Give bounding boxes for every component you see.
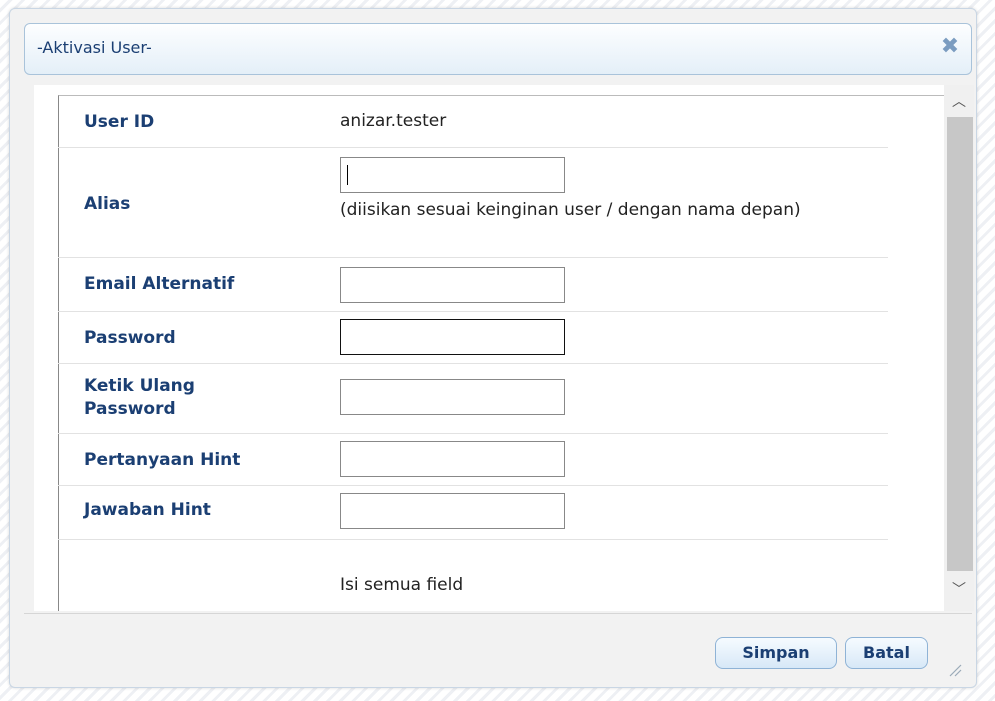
- row-hint-answer: Jawaban Hint: [58, 485, 888, 540]
- close-icon[interactable]: ✖: [939, 36, 961, 58]
- retype-label-line2: Password: [84, 399, 176, 419]
- retype-password-label: Ketik Ulang Password: [84, 375, 195, 421]
- dialog-content: User ID anizar.tester Alias (diisikan se…: [34, 85, 974, 611]
- cancel-button[interactable]: Batal: [845, 637, 928, 669]
- validation-message: Isi semua field: [340, 575, 464, 595]
- row-retype-password: Ketik Ulang Password: [58, 363, 888, 434]
- email-label: Email Alternatif: [84, 274, 235, 294]
- retype-password-input[interactable]: [340, 379, 565, 415]
- row-hint-question: Pertanyaan Hint: [58, 433, 888, 486]
- row-alias: Alias (diisikan sesuai keinginan user / …: [58, 147, 888, 258]
- save-button[interactable]: Simpan: [715, 637, 837, 669]
- alias-hint: (diisikan sesuai keinginan user / dengan…: [340, 200, 801, 220]
- alias-input[interactable]: [340, 157, 565, 193]
- user-id-label: User ID: [84, 112, 155, 132]
- chevron-down-icon[interactable]: ﹀: [944, 579, 974, 599]
- resize-grip-icon[interactable]: [948, 663, 962, 677]
- hint-question-label: Pertanyaan Hint: [84, 450, 241, 470]
- text-caret: [347, 165, 348, 185]
- dialog-title: -Aktivasi User-: [37, 38, 152, 57]
- user-id-value: anizar.tester: [340, 111, 447, 131]
- hint-question-input[interactable]: [340, 441, 565, 477]
- retype-label-line1: Ketik Ulang: [84, 376, 195, 396]
- scroll-thumb[interactable]: [947, 117, 973, 571]
- hint-answer-input[interactable]: [340, 493, 565, 529]
- footer-divider: [24, 613, 972, 614]
- email-input[interactable]: [340, 267, 565, 303]
- row-email: Email Alternatif: [58, 257, 888, 312]
- hint-answer-label: Jawaban Hint: [84, 500, 211, 520]
- password-label: Password: [84, 328, 176, 348]
- dialog-titlebar[interactable]: -Aktivasi User- ✖: [24, 23, 972, 75]
- row-user-id: User ID anizar.tester: [58, 97, 888, 148]
- aktivasi-user-dialog: -Aktivasi User- ✖ User ID anizar.tester …: [9, 8, 977, 688]
- alias-label: Alias: [84, 194, 131, 214]
- row-password: Password: [58, 311, 888, 364]
- chevron-up-icon[interactable]: ︿: [944, 91, 974, 111]
- vertical-scrollbar[interactable]: ︿ ﹀: [944, 85, 974, 611]
- password-input[interactable]: [340, 319, 565, 355]
